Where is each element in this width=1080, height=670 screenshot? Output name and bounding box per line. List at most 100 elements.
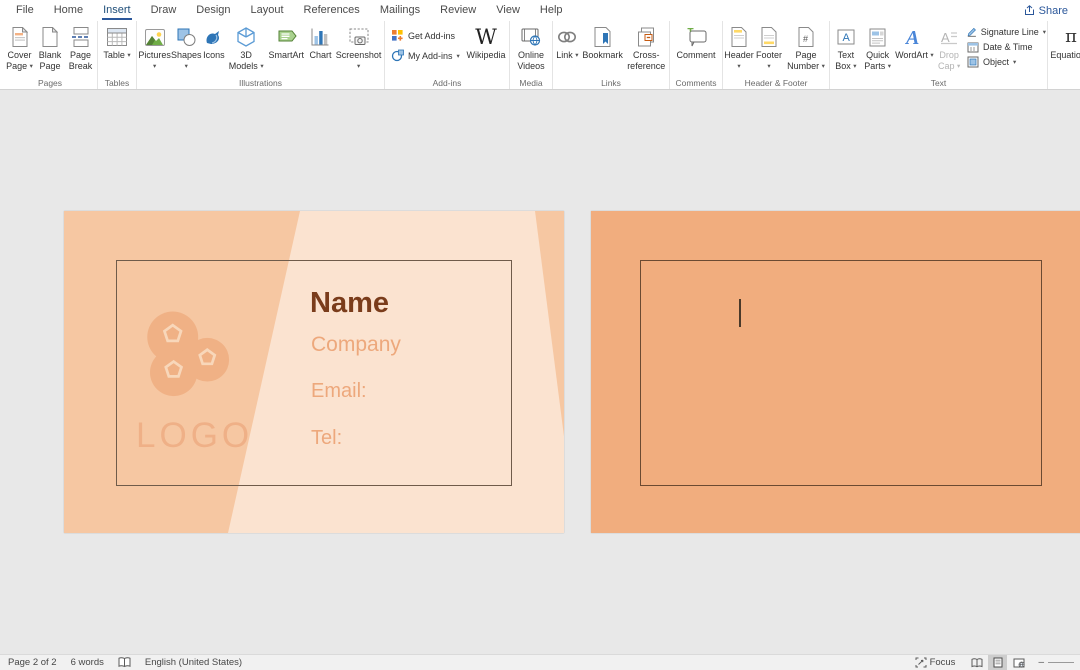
wikipedia-label: Wikipedia [466, 50, 505, 60]
cover-page-label: Cover Page [6, 50, 31, 71]
tab-home[interactable]: Home [44, 0, 93, 21]
3d-models-button[interactable]: 3D Models ▾ [227, 22, 266, 73]
tab-insert[interactable]: Insert [93, 0, 141, 21]
print-layout-button[interactable] [988, 655, 1007, 670]
cover-page-button[interactable]: Cover Page ▾ [4, 22, 35, 73]
date-time-button[interactable]: Date & Time [967, 41, 1046, 53]
shapes-button[interactable]: Shapes ▾ [171, 22, 201, 73]
tab-mailings[interactable]: Mailings [370, 0, 430, 21]
link-icon [557, 25, 577, 49]
table-button[interactable]: Table ▾ [99, 22, 135, 61]
quick-parts-button[interactable]: Quick Parts ▾ [861, 22, 895, 73]
header-button[interactable]: Header ▾ [724, 22, 754, 73]
chevron-down-icon: ▾ [153, 63, 156, 70]
equation-button[interactable]: π Equation ▾ [1049, 22, 1080, 61]
signature-line-button[interactable]: Signature Line ▾ [967, 26, 1046, 38]
group-label-media: Media [510, 78, 552, 88]
comment-button[interactable]: Comment [671, 22, 721, 61]
quick-parts-label: Quick Parts [864, 50, 889, 71]
object-icon [967, 56, 979, 68]
word-count[interactable]: 6 words [71, 657, 104, 668]
pictures-label: Pictures [138, 50, 171, 60]
tab-help[interactable]: Help [530, 0, 573, 21]
page-number-label: Page Number [787, 50, 819, 71]
focus-icon [915, 657, 927, 668]
card-tel-text: Tel: [311, 427, 342, 450]
business-card-back-page[interactable] [591, 211, 1080, 533]
language-status[interactable]: English (United States) [145, 657, 242, 668]
chevron-down-icon: ▾ [767, 63, 770, 70]
zoom-slider[interactable] [1048, 662, 1074, 663]
tab-insert-label: Insert [102, 1, 132, 20]
screenshot-label: Screenshot [336, 50, 382, 60]
page-number-button[interactable]: # Page Number ▾ [784, 22, 828, 73]
group-header-footer: Header ▾ Footer ▾ # Page Number ▾ Header… [723, 21, 830, 89]
get-addins-button[interactable]: Get Add-ins [391, 29, 464, 42]
bookmark-button[interactable]: Bookmark [581, 22, 625, 61]
proofing-status[interactable] [118, 657, 131, 668]
footer-icon [761, 25, 777, 49]
pictures-button[interactable]: Pictures ▾ [138, 22, 171, 73]
share-button[interactable]: Share [1012, 0, 1080, 21]
chevron-down-icon: ▾ [260, 63, 263, 70]
group-pages: Cover Page ▾ Blank Page Page Break Pages [3, 21, 98, 89]
signature-line-icon [967, 26, 977, 38]
web-layout-button[interactable] [1009, 655, 1028, 670]
zoom-out-glyph: – [1038, 657, 1044, 668]
wordart-button[interactable]: A WordArt ▾ [895, 22, 935, 61]
tab-mailings-label: Mailings [379, 1, 421, 20]
blank-page-button[interactable]: Blank Page [35, 22, 65, 73]
drop-cap-button: A Drop Cap ▾ [934, 22, 964, 73]
read-mode-button[interactable] [967, 655, 986, 670]
group-label-tables: Tables [98, 78, 136, 88]
group-label-comments: Comments [670, 78, 722, 88]
smartart-button[interactable]: SmartArt [266, 22, 307, 61]
page-break-button[interactable]: Page Break [65, 22, 96, 73]
smartart-label: SmartArt [269, 50, 305, 60]
tab-file-label: File [15, 1, 35, 20]
drop-cap-label: Drop Cap [938, 50, 959, 71]
tab-draw[interactable]: Draw [141, 0, 187, 21]
wordart-icon: A [903, 25, 925, 49]
object-button[interactable]: Object ▾ [967, 56, 1046, 68]
footer-button[interactable]: Footer ▾ [754, 22, 784, 73]
tab-review[interactable]: Review [430, 0, 486, 21]
cross-reference-button[interactable]: Cross-reference [624, 22, 668, 73]
text-box-button[interactable]: A Text Box ▾ [831, 22, 861, 73]
icons-button[interactable]: Icons [201, 22, 226, 61]
group-label-illustrations: Illustrations [137, 78, 384, 88]
berries-logo-icon [140, 307, 240, 407]
tab-design[interactable]: Design [186, 0, 240, 21]
tab-layout[interactable]: Layout [241, 0, 294, 21]
footer-label: Footer [756, 50, 782, 60]
zoom-out-button[interactable]: – [1038, 657, 1044, 668]
group-illustrations: Pictures ▾ Shapes ▾ Icons 3D Models ▾ Sm… [137, 21, 385, 89]
bookmark-icon [594, 25, 611, 49]
focus-mode-button[interactable]: Focus [915, 657, 956, 668]
get-addins-label: Get Add-ins [408, 31, 455, 41]
card-email-text: Email: [311, 380, 367, 403]
web-layout-icon [1013, 658, 1025, 668]
blank-page-icon [42, 25, 58, 49]
link-button[interactable]: Link ▾ [554, 22, 581, 61]
page-indicator[interactable]: Page 2 of 2 [8, 657, 57, 668]
tab-references[interactable]: References [294, 0, 370, 21]
svg-text:A: A [904, 27, 919, 47]
chart-button[interactable]: Chart [307, 22, 334, 61]
document-canvas: LOGO Name Company Email: Tel: [0, 90, 1080, 654]
screenshot-button[interactable]: Screenshot ▾ [334, 22, 383, 73]
chevron-down-icon: ▾ [930, 52, 933, 59]
equation-pi-icon: π [1065, 28, 1077, 46]
wikipedia-button[interactable]: W Wikipedia [464, 22, 508, 61]
my-addins-button[interactable]: My Add-ins ▾ [391, 49, 464, 62]
tab-draw-label: Draw [150, 1, 178, 20]
business-card-front-page[interactable]: LOGO Name Company Email: Tel: [64, 211, 564, 533]
tab-view-label: View [495, 1, 521, 20]
online-videos-button[interactable]: Online Videos [511, 22, 551, 73]
blank-page-label: Blank Page [39, 50, 62, 71]
chevron-down-icon: ▾ [822, 63, 825, 70]
tab-view[interactable]: View [486, 0, 530, 21]
shapes-label: Shapes [171, 50, 202, 60]
tab-file[interactable]: File [6, 0, 44, 21]
wordart-label: WordArt [895, 50, 928, 60]
